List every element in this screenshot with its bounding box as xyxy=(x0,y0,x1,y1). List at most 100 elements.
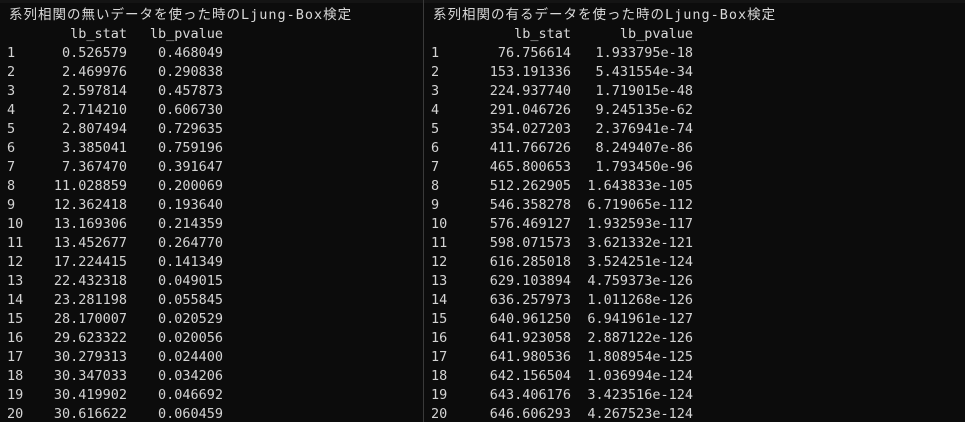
table-row: 11 13.452677 0.264770 xyxy=(0,234,223,253)
lb-stat-value: 411.766726 xyxy=(489,140,571,156)
left-results-table: lb_stat lb_pvalue 1 0.526579 0.468049 2 2.46… xyxy=(0,25,223,422)
lb-stat-value: 576.469127 xyxy=(489,216,571,232)
table-row: 8 512.262905 1.643833e-105 xyxy=(425,177,693,196)
lb-stat-value: 0.526579 xyxy=(61,45,127,61)
lb-stat-value: 3.385041 xyxy=(61,140,127,156)
table-header-row: lb_stat lb_pvalue xyxy=(0,25,223,44)
right-pane[interactable]: 系列相関の有るデータを使った時のLjung-Box検定 lb_stat lb_p… xyxy=(425,0,965,422)
lb-pvalue-value: 0.468049 xyxy=(157,45,223,61)
lb-pvalue-value: 0.200069 xyxy=(157,178,223,194)
terminal-window[interactable]: 系列相関の無いデータを使った時のLjung-Box検定 lb_stat lb_p… xyxy=(0,0,965,422)
table-row: 15 640.961250 6.941961e-127 xyxy=(425,310,693,329)
lb-stat-value: 224.937740 xyxy=(489,83,571,99)
lb-pvalue-value: 4.759373e-126 xyxy=(587,273,693,289)
lb-stat-value: 17.224415 xyxy=(53,254,127,270)
lb-pvalue-value: 2.376941e-74 xyxy=(595,121,693,137)
table-row: 14 23.281198 0.055845 xyxy=(0,291,223,310)
table-row: 19 643.406176 3.423516e-124 xyxy=(425,386,693,405)
table-row: 13 22.432318 0.049015 xyxy=(0,272,223,291)
lb-stat-value: 629.103894 xyxy=(489,273,571,289)
table-row: 10 13.169306 0.214359 xyxy=(0,215,223,234)
lb-pvalue-value: 1.808954e-125 xyxy=(587,349,693,365)
lb-stat-value: 30.616622 xyxy=(53,406,127,422)
lb-stat-value: 546.358278 xyxy=(489,197,571,213)
table-row: 1 0.526579 0.468049 xyxy=(0,44,223,63)
table-row: 19 30.419902 0.046692 xyxy=(0,386,223,405)
lb-pvalue-value: 0.024400 xyxy=(157,349,223,365)
pane-divider[interactable] xyxy=(423,0,424,422)
lb-stat-value: 153.191336 xyxy=(489,64,571,80)
table-row: 7 7.367470 0.391647 xyxy=(0,158,223,177)
lb-pvalue-value: 1.036994e-124 xyxy=(587,368,693,384)
lb-stat-value: 11.028859 xyxy=(53,178,127,194)
lb-stat-value: 636.257973 xyxy=(489,292,571,308)
lb-stat-value: 30.279313 xyxy=(53,349,127,365)
lb-pvalue-value: 0.060459 xyxy=(157,406,223,422)
lb-pvalue-value: 0.264770 xyxy=(157,235,223,251)
lb-stat-value: 465.800653 xyxy=(489,159,571,175)
lb-stat-value: 643.406176 xyxy=(489,387,571,403)
table-row: 7 465.800653 1.793450e-96 xyxy=(425,158,693,177)
lb-pvalue-value: 1.719015e-48 xyxy=(595,83,693,99)
lb-stat-value: 30.419902 xyxy=(53,387,127,403)
lb-pvalue-value: 3.524251e-124 xyxy=(587,254,693,270)
lb-stat-value: 2.807494 xyxy=(61,121,127,137)
column-header-lb-pvalue: lb_pvalue xyxy=(619,26,693,42)
lb-pvalue-value: 1.011268e-126 xyxy=(587,292,693,308)
right-results-table: lb_stat lb_pvalue 1 76.756614 1.933795e-18… xyxy=(425,25,693,422)
lb-pvalue-value: 0.457873 xyxy=(157,83,223,99)
lb-stat-value: 641.923058 xyxy=(489,330,571,346)
lb-pvalue-value: 0.020056 xyxy=(157,330,223,346)
lb-pvalue-value: 8.249407e-86 xyxy=(595,140,693,156)
table-row: 3 224.937740 1.719015e-48 xyxy=(425,82,693,101)
lb-pvalue-value: 0.141349 xyxy=(157,254,223,270)
lb-pvalue-value: 1.933795e-18 xyxy=(595,45,693,61)
lb-pvalue-value: 1.932593e-117 xyxy=(587,216,693,232)
lb-stat-value: 2.597814 xyxy=(61,83,127,99)
lb-pvalue-value: 6.941961e-127 xyxy=(587,311,693,327)
table-row: 2 2.469976 0.290838 xyxy=(0,63,223,82)
right-pane-title: 系列相関の有るデータを使った時のLjung-Box検定 xyxy=(433,7,777,23)
lb-stat-value: 30.347033 xyxy=(53,368,127,384)
lb-stat-value: 291.046726 xyxy=(489,102,571,118)
lb-stat-value: 646.606293 xyxy=(489,406,571,422)
lb-stat-value: 28.170007 xyxy=(53,311,127,327)
lb-stat-value: 641.980536 xyxy=(489,349,571,365)
lb-stat-value: 22.432318 xyxy=(53,273,127,289)
lb-stat-value: 598.071573 xyxy=(489,235,571,251)
table-row: 6 411.766726 8.249407e-86 xyxy=(425,139,693,158)
lb-pvalue-value: 0.055845 xyxy=(157,292,223,308)
table-row: 5 354.027203 2.376941e-74 xyxy=(425,120,693,139)
table-row: 16 29.623322 0.020056 xyxy=(0,329,223,348)
lb-pvalue-value: 5.431554e-34 xyxy=(595,64,693,80)
lb-pvalue-value: 0.020529 xyxy=(157,311,223,327)
lb-pvalue-value: 0.046692 xyxy=(157,387,223,403)
lb-stat-value: 640.961250 xyxy=(489,311,571,327)
table-row: 10 576.469127 1.932593e-117 xyxy=(425,215,693,234)
table-row: 4 2.714210 0.606730 xyxy=(0,101,223,120)
table-row: 18 30.347033 0.034206 xyxy=(0,367,223,386)
lb-stat-value: 13.452677 xyxy=(53,235,127,251)
lb-pvalue-value: 0.193640 xyxy=(157,197,223,213)
table-row: 20 30.616622 0.060459 xyxy=(0,405,223,422)
lb-pvalue-value: 1.643833e-105 xyxy=(587,178,693,194)
left-pane[interactable]: 系列相関の無いデータを使った時のLjung-Box検定 lb_stat lb_p… xyxy=(0,0,423,422)
lb-pvalue-value: 0.606730 xyxy=(157,102,223,118)
table-row: 1 76.756614 1.933795e-18 xyxy=(425,44,693,63)
table-row: 20 646.606293 4.267523e-124 xyxy=(425,405,693,422)
table-row: 17 30.279313 0.024400 xyxy=(0,348,223,367)
table-row: 12 616.285018 3.524251e-124 xyxy=(425,253,693,272)
lb-pvalue-value: 0.759196 xyxy=(157,140,223,156)
table-row: 9 12.362418 0.193640 xyxy=(0,196,223,215)
lb-pvalue-value: 3.423516e-124 xyxy=(587,387,693,403)
column-header-lb-stat: lb_stat xyxy=(70,26,127,42)
lb-stat-value: 13.169306 xyxy=(53,216,127,232)
table-row: 2 153.191336 5.431554e-34 xyxy=(425,63,693,82)
table-row: 5 2.807494 0.729635 xyxy=(0,120,223,139)
lb-pvalue-value: 0.290838 xyxy=(157,64,223,80)
table-row: 9 546.358278 6.719065e-112 xyxy=(425,196,693,215)
lb-pvalue-value: 0.729635 xyxy=(157,121,223,137)
left-pane-title: 系列相関の無いデータを使った時のLjung-Box検定 xyxy=(9,7,353,23)
lb-pvalue-value: 1.793450e-96 xyxy=(595,159,693,175)
right-table-body: 1 76.756614 1.933795e-18 2 153.191336 5.43155… xyxy=(425,44,693,422)
